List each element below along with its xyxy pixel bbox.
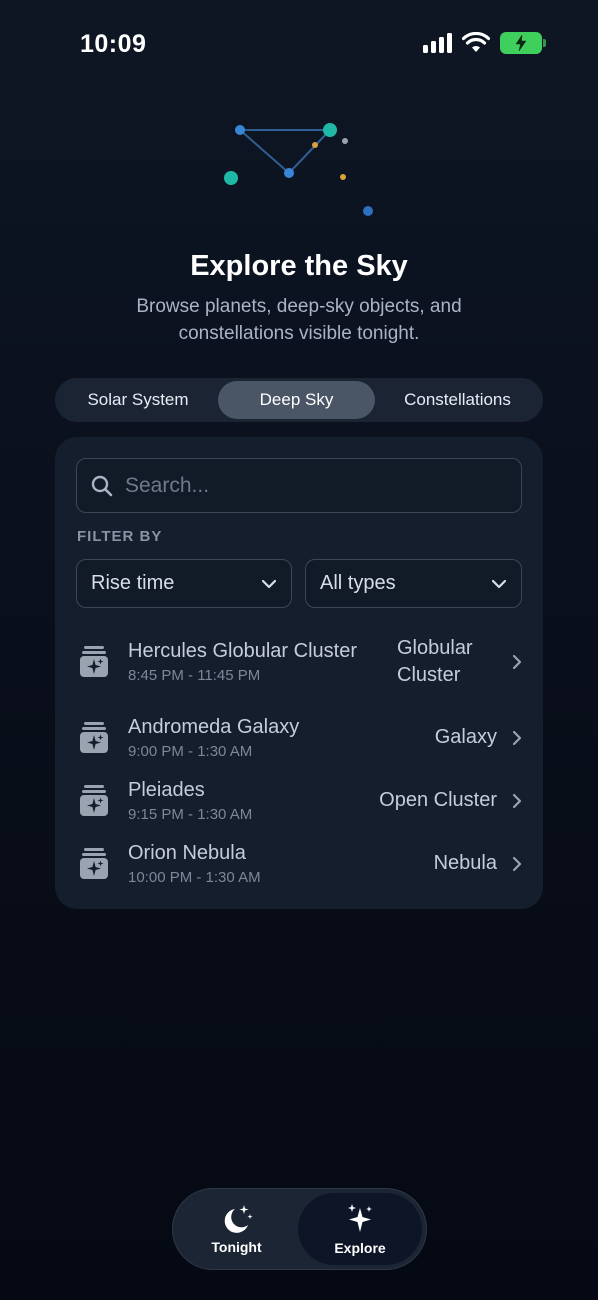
sort-select-value: Rise time <box>91 572 175 594</box>
search-icon <box>91 475 113 496</box>
search-box <box>76 458 522 513</box>
status-time: 10:09 <box>80 30 147 58</box>
list-item[interactable]: Pleiades 9:15 PM - 1:30 AM Open Cluster <box>55 769 543 832</box>
deep-sky-icon <box>79 645 109 678</box>
type-select-value: All types <box>320 572 396 594</box>
object-type: Nebula <box>433 852 497 874</box>
object-time: 10:00 PM - 1:30 AM <box>128 869 261 886</box>
moon-stars-icon <box>224 1205 253 1233</box>
tab-explore[interactable]: Explore <box>298 1193 422 1265</box>
tab-label: Explore <box>334 1240 386 1256</box>
filter-label: FILTER BY <box>77 528 163 545</box>
search-input[interactable] <box>125 473 505 498</box>
category-segmented-control: Solar System Deep Sky Constellations <box>55 378 543 422</box>
battery-charging-icon <box>500 32 546 54</box>
wifi-icon <box>462 32 490 52</box>
segment-solar-system[interactable]: Solar System <box>58 381 218 419</box>
tab-bar: Tonight Explore <box>172 1188 427 1270</box>
chevron-right-icon <box>512 654 522 669</box>
list-item[interactable]: Hercules Globular Cluster 8:45 PM - 11:4… <box>55 617 543 706</box>
sparkles-icon <box>348 1204 373 1232</box>
objects-list: Hercules Globular Cluster 8:45 PM - 11:4… <box>55 617 543 895</box>
deep-sky-icon <box>79 847 109 880</box>
object-time: 8:45 PM - 11:45 PM <box>128 667 261 684</box>
chevron-right-icon <box>512 793 522 808</box>
tab-label: Tonight <box>211 1239 262 1255</box>
segment-deep-sky[interactable]: Deep Sky <box>218 381 375 419</box>
object-name: Pleiades <box>128 779 205 801</box>
page-subtitle: Browse planets, deep-sky objects, and co… <box>136 296 462 344</box>
status-icons <box>423 32 546 54</box>
object-name: Orion Nebula <box>128 842 246 864</box>
tab-tonight[interactable]: Tonight <box>177 1193 296 1265</box>
list-item[interactable]: Andromeda Galaxy 9:00 PM - 1:30 AM Galax… <box>55 706 543 769</box>
cellular-signal-icon <box>423 33 452 53</box>
list-item[interactable]: Orion Nebula 10:00 PM - 1:30 AM Nebula <box>55 832 543 895</box>
deep-sky-icon <box>79 721 109 754</box>
object-name: Andromeda Galaxy <box>128 716 300 738</box>
type-select[interactable]: All types <box>305 559 522 608</box>
status-bar: 10:09 <box>0 0 598 90</box>
object-time: 9:15 PM - 1:30 AM <box>128 806 253 823</box>
constellation-illustration <box>224 123 373 216</box>
chevron-right-icon <box>512 856 522 871</box>
deep-sky-icon <box>79 784 109 817</box>
objects-card: FILTER BY Rise time All types Hercules G… <box>55 437 543 909</box>
page-title: Explore the Sky <box>190 250 408 282</box>
chevron-right-icon <box>512 730 522 745</box>
segment-constellations[interactable]: Constellations <box>375 381 540 419</box>
chevron-down-icon <box>261 579 277 588</box>
object-name: Hercules Globular Cluster <box>128 640 357 662</box>
object-type: Globular Cluster <box>397 636 473 686</box>
sort-select[interactable]: Rise time <box>76 559 292 608</box>
object-time: 9:00 PM - 1:30 AM <box>128 743 253 760</box>
object-type: Open Cluster <box>379 789 497 811</box>
chevron-down-icon <box>491 579 507 588</box>
object-type: Galaxy <box>434 726 497 748</box>
